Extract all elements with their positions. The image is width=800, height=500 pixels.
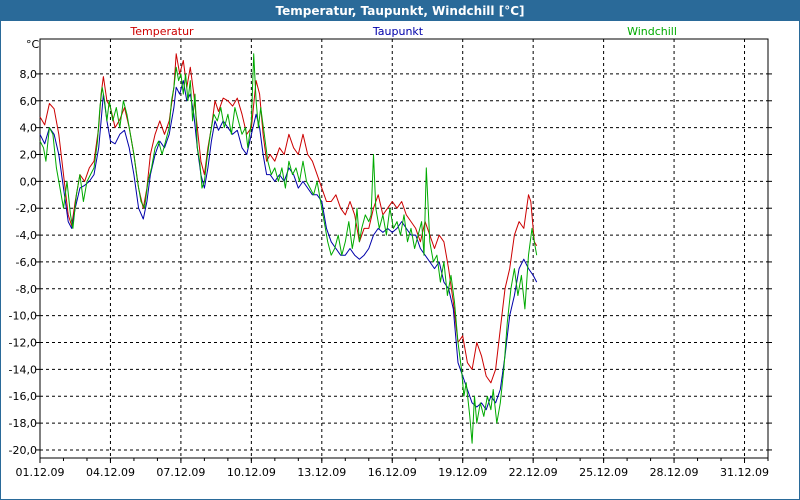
series-line-windchill xyxy=(39,53,538,444)
y-tick-label: -4,0 xyxy=(16,229,37,242)
y-tick-label: 2,0 xyxy=(20,148,38,161)
x-tick-label: 22.12.09 xyxy=(509,466,558,479)
x-tick-label: 04.12.09 xyxy=(86,466,135,479)
legend-item-temperatur: Temperatur xyxy=(129,25,194,38)
x-tick-label: 28.12.09 xyxy=(650,466,699,479)
x-tick-label: 13.12.09 xyxy=(297,466,346,479)
x-tick-label: 19.12.09 xyxy=(438,466,487,479)
series-lines xyxy=(39,53,538,444)
y-tick-label: -18,0 xyxy=(9,417,37,430)
y-axis-unit-label: °C xyxy=(26,38,40,51)
x-tick-label: 25.12.09 xyxy=(579,466,628,479)
y-tick-label: -16,0 xyxy=(9,390,37,403)
y-tick-label: 4,0 xyxy=(20,122,38,135)
y-tick-label: -10,0 xyxy=(9,310,37,323)
x-tick-label: 10.12.09 xyxy=(227,466,276,479)
line-chart: 01.12.09 04.12.09 07.12.09 10.12.09 13.12.09… xyxy=(9,25,772,479)
x-tick-label: 01.12.09 xyxy=(16,466,65,479)
y-tick-label: -8,0 xyxy=(16,283,37,296)
y-tick-label: 6,0 xyxy=(20,95,38,108)
series-line-taupunkt xyxy=(39,80,538,411)
axis-ticks: 01.12.09 04.12.09 07.12.09 10.12.09 13.12.09… xyxy=(9,68,772,479)
plot-area xyxy=(39,38,769,459)
y-tick-label: -14,0 xyxy=(9,363,37,376)
legend-item-windchill: Windchill xyxy=(627,25,677,38)
y-tick-label: -2,0 xyxy=(16,202,37,215)
y-tick-label: 8,0 xyxy=(20,68,38,81)
series-line-temperatur xyxy=(39,53,538,384)
x-tick-label: 07.12.09 xyxy=(156,466,205,479)
y-tick-label: -12,0 xyxy=(9,337,37,350)
x-tick-label: 16.12.09 xyxy=(368,466,417,479)
y-tick-label: -20,0 xyxy=(9,444,37,457)
legend: Temperatur Taupunkt Windchill xyxy=(129,25,677,38)
grid-lines xyxy=(39,39,768,458)
legend-item-taupunkt: Taupunkt xyxy=(372,25,424,38)
y-tick-label: -6,0 xyxy=(16,256,37,269)
y-tick-label: 0,0 xyxy=(20,175,38,188)
x-tick-label: 31.12.09 xyxy=(720,466,769,479)
